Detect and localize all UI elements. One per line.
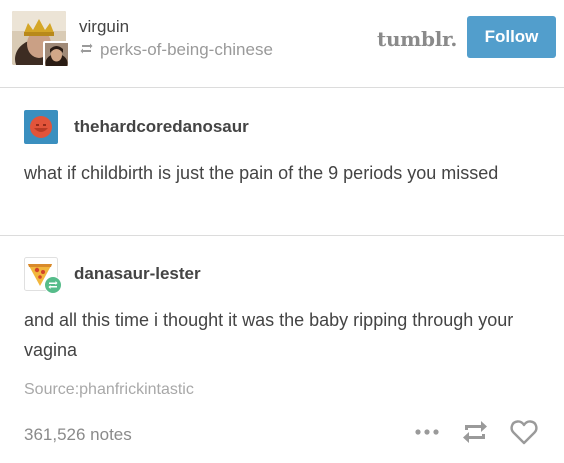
source-link[interactable]: Source:phanfrickintastic <box>24 381 194 399</box>
reblog-source-avatar[interactable] <box>43 41 70 68</box>
poster-username[interactable]: virguin <box>79 17 129 37</box>
post-entry-2: danasaur-lester and all this time i thou… <box>0 236 564 463</box>
post-entry-1: thehardcoredanosaur what if childbirth i… <box>0 88 564 236</box>
post-username[interactable]: thehardcoredanosaur <box>74 117 249 137</box>
post-text: and all this time i thought it was the b… <box>24 310 514 360</box>
more-icon[interactable] <box>414 428 440 436</box>
post-user-row: thehardcoredanosaur <box>24 110 249 144</box>
post-user-row: danasaur-lester <box>24 257 201 294</box>
user-avatar-thehardcoredanosaur[interactable] <box>24 110 58 144</box>
reblog-source-name[interactable]: perks-of-being-chinese <box>100 40 273 60</box>
post-header: virguin perks-of-being-chinese tumblr. F… <box>0 0 564 88</box>
user-avatar-danasaur-lester[interactable] <box>24 257 62 294</box>
like-icon[interactable] <box>510 419 538 445</box>
follow-button[interactable]: Follow <box>467 16 556 58</box>
reblog-small-icon <box>79 40 94 60</box>
tumblr-logo[interactable]: tumblr. <box>377 27 457 51</box>
reblog-badge-icon <box>44 276 62 299</box>
post-text: what if childbirth is just the pain of t… <box>24 163 499 183</box>
notes-count[interactable]: 361,526 notes <box>24 425 132 445</box>
post-actions <box>414 419 538 445</box>
post-username[interactable]: danasaur-lester <box>74 264 201 284</box>
reblog-icon[interactable] <box>460 419 490 445</box>
reblog-source[interactable]: perks-of-being-chinese <box>79 40 273 60</box>
